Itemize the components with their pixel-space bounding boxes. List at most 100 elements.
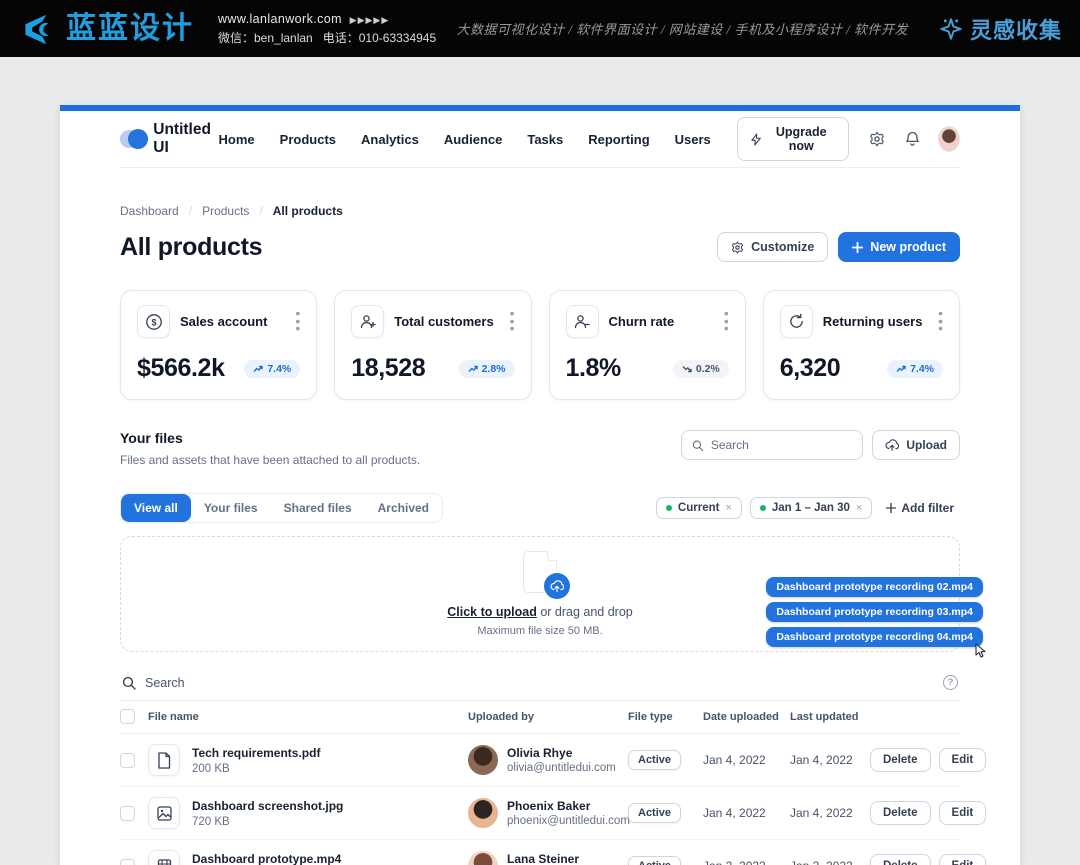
stat-card-returning-users: Returning users ••• 6,320 7.4% bbox=[763, 290, 960, 400]
banner-contact: www.lanlanwork.com ▶▶▶▶▶ 微信：ben_lanlan 电… bbox=[218, 12, 436, 46]
upload-cloud-badge-icon[interactable] bbox=[544, 573, 570, 599]
banner-website[interactable]: www.lanlanwork.com ▶▶▶▶▶ bbox=[218, 12, 436, 26]
dragged-files: Dashboard prototype recording 02.mp4 Das… bbox=[766, 577, 983, 647]
stat-value: $566.2k bbox=[137, 354, 225, 383]
nav-item-users[interactable]: Users bbox=[675, 132, 711, 147]
promo-banner: 蓝蓝设计 www.lanlanwork.com ▶▶▶▶▶ 微信：ben_lan… bbox=[0, 0, 1080, 57]
svg-text:$: $ bbox=[151, 317, 156, 327]
file-name[interactable]: Tech requirements.pdf bbox=[192, 746, 320, 760]
tab-archived[interactable]: Archived bbox=[365, 494, 442, 522]
main-nav: Home Products Analytics Audience Tasks R… bbox=[219, 132, 711, 147]
date-uploaded: Jan 4, 2022 bbox=[703, 806, 790, 820]
customize-button[interactable]: Customize bbox=[717, 232, 828, 262]
row-checkbox[interactable] bbox=[120, 859, 135, 865]
row-checkbox[interactable] bbox=[120, 753, 135, 768]
new-product-button[interactable]: New product bbox=[838, 232, 960, 262]
avatar bbox=[468, 745, 498, 775]
refresh-icon bbox=[780, 305, 813, 338]
uploader-name: Lana Steiner bbox=[507, 852, 611, 865]
uploader-email: phoenix@untitledui.com bbox=[507, 815, 630, 827]
page-title: All products bbox=[120, 233, 262, 262]
delete-button[interactable]: Delete bbox=[870, 854, 931, 865]
trend-up-icon bbox=[896, 365, 906, 373]
dragged-file-chip[interactable]: Dashboard prototype recording 02.mp4 bbox=[766, 577, 983, 597]
delete-button[interactable]: Delete bbox=[870, 801, 931, 825]
files-title: Your files bbox=[120, 430, 420, 446]
user-avatar[interactable] bbox=[938, 126, 960, 152]
remove-filter-icon[interactable]: × bbox=[856, 502, 862, 514]
status-badge: Active bbox=[628, 803, 681, 823]
dropzone-text: Click to upload or drag and drop bbox=[447, 605, 633, 619]
table-search-input[interactable] bbox=[145, 676, 934, 690]
uploader-name: Olivia Rhye bbox=[507, 746, 616, 760]
breadcrumb-dashboard[interactable]: Dashboard bbox=[120, 204, 179, 218]
stat-value: 18,528 bbox=[351, 354, 425, 383]
breadcrumb-products[interactable]: Products bbox=[202, 204, 249, 218]
delete-button[interactable]: Delete bbox=[870, 748, 931, 772]
dragged-file-chip[interactable]: Dashboard prototype recording 03.mp4 bbox=[766, 602, 983, 622]
tab-your-files[interactable]: Your files bbox=[191, 494, 271, 522]
cursor-pointer-icon bbox=[973, 643, 987, 659]
uploader-email: olivia@untitledui.com bbox=[507, 762, 616, 774]
click-to-upload-link[interactable]: Click to upload bbox=[447, 605, 537, 619]
nav-item-home[interactable]: Home bbox=[219, 132, 255, 147]
card-menu-kebab-icon[interactable]: ••• bbox=[295, 310, 300, 333]
nav-item-tasks[interactable]: Tasks bbox=[527, 132, 563, 147]
table-search-bar[interactable]: ? bbox=[120, 666, 960, 701]
files-section-header: Your files Files and assets that have be… bbox=[120, 430, 960, 467]
row-checkbox[interactable] bbox=[120, 806, 135, 821]
upload-dropzone[interactable]: Click to upload or drag and drop Maximum… bbox=[120, 536, 960, 652]
tab-shared-files[interactable]: Shared files bbox=[271, 494, 365, 522]
upload-button[interactable]: Upload bbox=[872, 430, 960, 460]
upgrade-button[interactable]: Upgrade now bbox=[737, 117, 849, 161]
tab-view-all[interactable]: View all bbox=[121, 494, 191, 522]
brand[interactable]: Untitled UI bbox=[120, 121, 219, 157]
remove-filter-icon[interactable]: × bbox=[725, 502, 731, 514]
lightning-icon bbox=[751, 133, 761, 146]
filter-chip-date-range[interactable]: Jan 1 – Jan 30 × bbox=[750, 497, 872, 519]
files-search[interactable] bbox=[681, 430, 863, 460]
table-header: File name Uploaded by File type Date upl… bbox=[120, 701, 960, 734]
help-icon[interactable]: ? bbox=[943, 675, 958, 690]
date-updated: Jan 4, 2022 bbox=[790, 806, 870, 820]
image-file-icon bbox=[148, 797, 180, 829]
files-subtitle: Files and assets that have been attached… bbox=[120, 453, 420, 467]
card-menu-kebab-icon[interactable]: ••• bbox=[724, 310, 729, 333]
breadcrumb-separator: / bbox=[189, 204, 192, 218]
filter-chip-current[interactable]: Current × bbox=[656, 497, 742, 519]
app-header: Untitled UI Home Products Analytics Audi… bbox=[120, 111, 960, 168]
file-name[interactable]: Dashboard prototype.mp4 bbox=[192, 852, 341, 865]
files-search-input[interactable] bbox=[711, 438, 853, 452]
nav-item-analytics[interactable]: Analytics bbox=[361, 132, 419, 147]
card-menu-kebab-icon[interactable]: ••• bbox=[510, 310, 515, 333]
column-last-updated: Last updated bbox=[790, 711, 870, 723]
inspiration-collect[interactable]: 灵感收集 bbox=[938, 13, 1062, 45]
nav-item-products[interactable]: Products bbox=[280, 132, 336, 147]
select-all-checkbox[interactable] bbox=[120, 709, 135, 724]
dragged-file-chip[interactable]: Dashboard prototype recording 04.mp4 bbox=[766, 627, 983, 647]
nav-item-reporting[interactable]: Reporting bbox=[588, 132, 649, 147]
lanlan-logo-text: 蓝蓝设计 bbox=[66, 14, 194, 44]
title-row: All products Customize New product bbox=[120, 232, 960, 262]
banner-services: 大数据可视化设计 / 软件界面设计 / 网站建设 / 手机及小程序设计 / 软件… bbox=[457, 19, 908, 38]
table-row: Dashboard prototype.mp4 16 MB Lana Stein… bbox=[120, 840, 960, 865]
settings-gear-icon[interactable] bbox=[869, 131, 885, 147]
file-size: 200 KB bbox=[192, 763, 320, 775]
arrows-decoration: ▶▶▶▶▶ bbox=[350, 15, 390, 25]
edit-button[interactable]: Edit bbox=[939, 801, 987, 825]
notifications-bell-icon[interactable] bbox=[905, 131, 920, 147]
status-badge: Active bbox=[628, 856, 681, 865]
stat-card-churn-rate: Churn rate ••• 1.8% 0.2% bbox=[549, 290, 746, 400]
gear-icon bbox=[731, 241, 744, 254]
nav-item-audience[interactable]: Audience bbox=[444, 132, 503, 147]
stat-cards: $ Sales account ••• $566.2k 7.4% bbox=[120, 290, 960, 400]
add-filter-button[interactable]: Add filter bbox=[880, 497, 960, 519]
breadcrumb-current: All products bbox=[273, 204, 343, 218]
edit-button[interactable]: Edit bbox=[939, 854, 987, 865]
file-name[interactable]: Dashboard screenshot.jpg bbox=[192, 799, 343, 813]
date-uploaded: Jan 2, 2022 bbox=[703, 859, 790, 865]
avatar bbox=[468, 798, 498, 828]
card-menu-kebab-icon[interactable]: ••• bbox=[938, 310, 943, 333]
user-minus-icon bbox=[566, 305, 599, 338]
edit-button[interactable]: Edit bbox=[939, 748, 987, 772]
